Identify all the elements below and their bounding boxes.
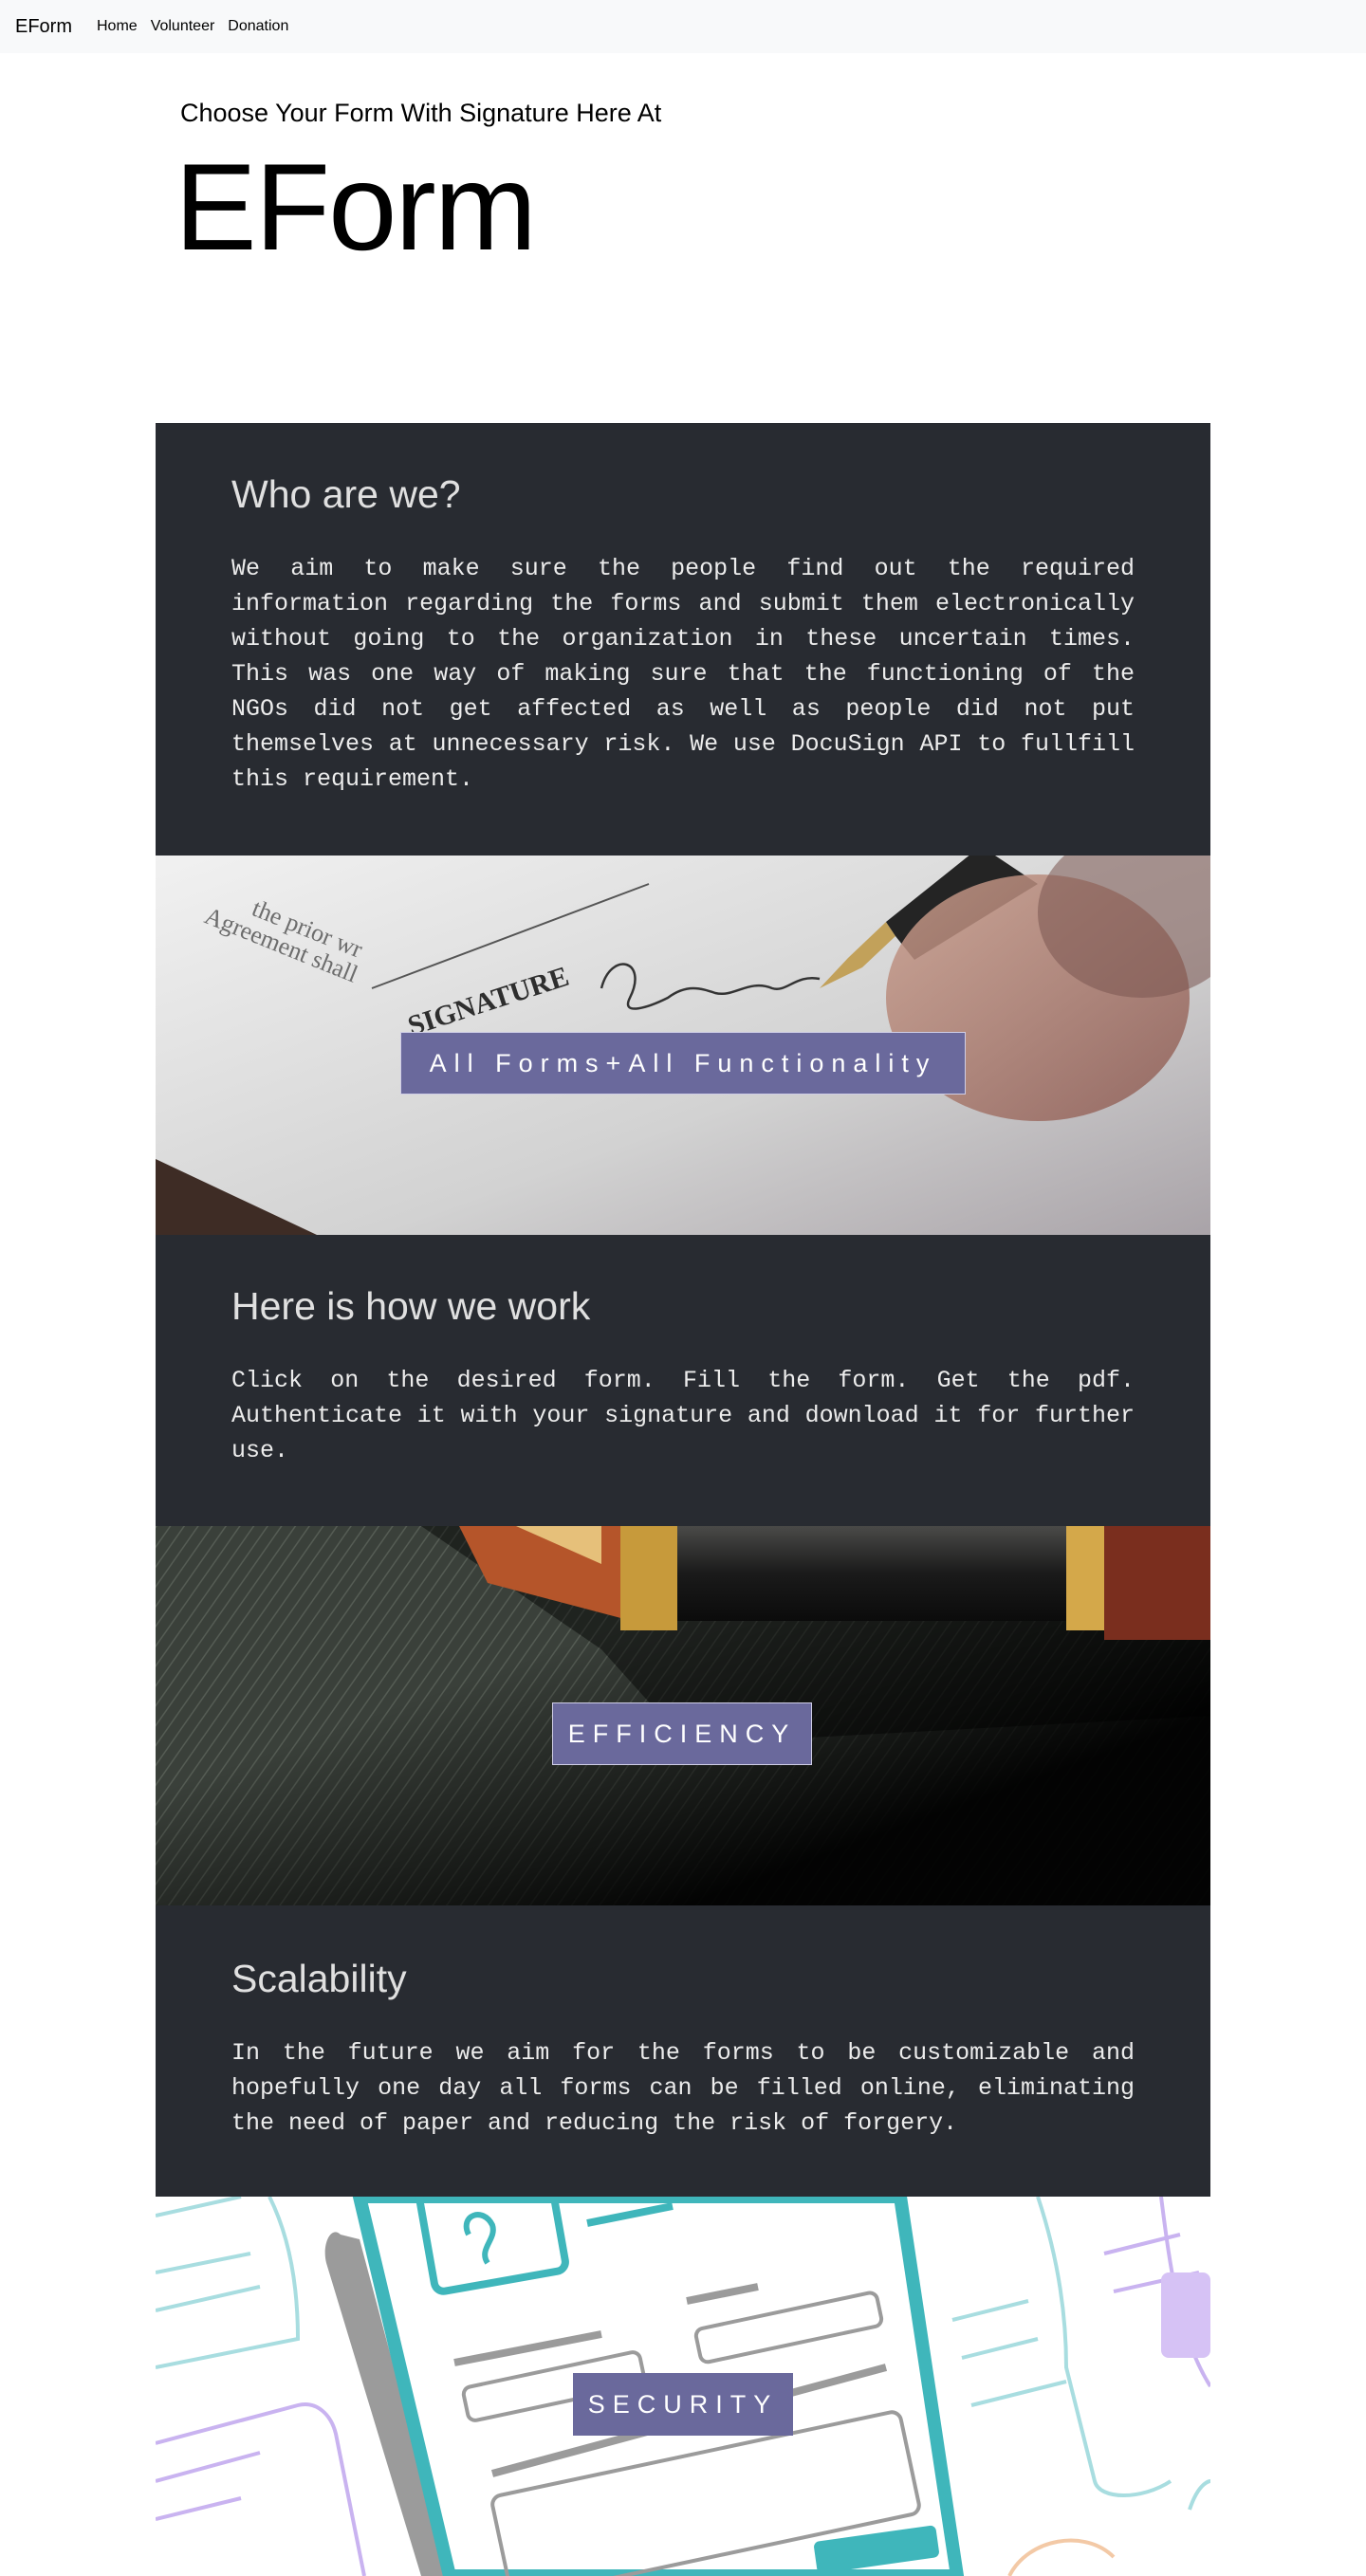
scale-heading: Scalability bbox=[231, 1957, 407, 2000]
hero-title: EForm bbox=[175, 138, 537, 276]
scale-body: In the future we aim for the forms to be… bbox=[231, 2039, 1135, 2137]
who-body: We aim to make sure the people find out … bbox=[231, 555, 1135, 793]
nav-link-home[interactable]: Home bbox=[97, 18, 138, 35]
how-body: Click on the desired form. Fill the form… bbox=[231, 1367, 1135, 1464]
banner-caption-security: SECURITY bbox=[573, 2373, 793, 2436]
who-are-we-section: Who are we? We aim to make sure the peop… bbox=[156, 423, 1210, 856]
navbar: EForm Home Volunteer Donation bbox=[0, 0, 1366, 53]
nav-link-volunteer[interactable]: Volunteer bbox=[151, 18, 215, 35]
banner-caption-efficiency: EFFICIENCY bbox=[552, 1702, 812, 1765]
fountain-pen-image: EFFICIENCY bbox=[156, 1526, 1210, 1905]
who-heading: Who are we? bbox=[231, 472, 461, 516]
banner-caption-all-forms: All Forms+All Functionality bbox=[400, 1032, 966, 1095]
how-heading: Here is how we work bbox=[231, 1284, 591, 1328]
content-column: Who are we? We aim to make sure the peop… bbox=[156, 423, 1210, 2576]
how-we-work-section: Here is how we work Click on the desired… bbox=[156, 1235, 1210, 1526]
hero-subtitle: Choose Your Form With Signature Here At bbox=[180, 99, 662, 127]
nav-link-donation[interactable]: Donation bbox=[228, 18, 288, 35]
scalability-section: Scalability In the future we aim for the… bbox=[156, 1905, 1210, 2197]
phone-form-image: SECURITY bbox=[156, 2197, 1210, 2576]
brand-link[interactable]: EForm bbox=[15, 16, 72, 38]
document-signature-image: Agreement shall the prior wr SIGNATURE A… bbox=[156, 856, 1210, 1235]
